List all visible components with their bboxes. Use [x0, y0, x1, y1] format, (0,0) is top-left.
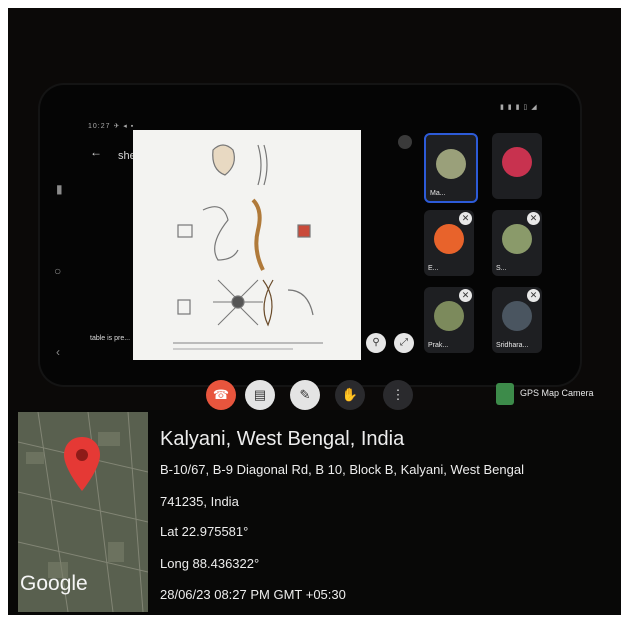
participant-tile[interactable]: Ma... — [424, 133, 478, 203]
shared-screen — [133, 130, 361, 360]
datetime: 28/06/23 08:27 PM GMT +05:30 — [160, 587, 346, 602]
chat-button[interactable]: ▤ — [245, 380, 275, 410]
mic-off-icon: ✕ — [527, 212, 540, 225]
mic-off-icon: ✕ — [459, 212, 472, 225]
participant-avatar — [436, 149, 466, 179]
participant-name: Sridhara... — [496, 342, 529, 349]
participant-tile[interactable]: ✕ Sridhara... — [492, 287, 542, 353]
participant-tile[interactable]: ✕ E... — [424, 210, 474, 276]
back-arrow-icon[interactable]: ← — [90, 145, 102, 159]
participant-name: E... — [428, 265, 439, 272]
participant-avatar — [502, 301, 532, 331]
location-pin-icon — [64, 437, 100, 491]
participant-avatar — [434, 224, 464, 254]
participant-avatar — [434, 301, 464, 331]
participant-name: S... — [496, 265, 507, 272]
longitude: Long 88.436322° — [160, 556, 260, 571]
recents-icon[interactable]: ▮ — [56, 182, 63, 196]
address-line-2: 741235, India — [160, 494, 239, 509]
status-bar-left: 10:27 ✈ ◂ ▪ — [88, 123, 135, 130]
participant-name: Ma... — [430, 190, 446, 197]
fullscreen-icon[interactable]: ⤢ — [394, 333, 414, 353]
place-name: Kalyani, West Bengal, India — [160, 428, 405, 450]
mic-off-icon: ✕ — [459, 289, 472, 302]
address-line-1: B-10/67, B-9 Diagonal Rd, B 10, Block B,… — [160, 462, 524, 477]
settings-icon[interactable] — [398, 135, 412, 149]
participant-tile[interactable] — [492, 133, 542, 199]
participant-avatar — [502, 224, 532, 254]
google-logo: Google — [20, 572, 88, 595]
participant-tile[interactable]: ✕ Prak... — [424, 287, 474, 353]
back-icon[interactable]: ‹ — [56, 345, 60, 359]
participant-avatar — [502, 147, 532, 177]
gps-camera-app-icon — [496, 383, 514, 405]
mic-button[interactable]: ✎ — [290, 380, 320, 410]
screen-caption: table is pre... — [90, 335, 131, 342]
worksheet-drawing — [133, 130, 361, 360]
more-options-button[interactable]: ⋮ — [383, 380, 413, 410]
pin-screen-icon[interactable]: ⚲ — [366, 333, 386, 353]
participant-name: Prak... — [428, 342, 449, 349]
gps-camera-label: GPS Map Camera — [520, 388, 594, 398]
latitude: Lat 22.975581° — [160, 524, 249, 539]
mic-off-icon: ✕ — [527, 289, 540, 302]
raise-hand-button[interactable]: ✋ — [335, 380, 365, 410]
end-call-button[interactable]: ☎ — [206, 380, 236, 410]
status-bar-right: ▮ ▮ ▮ ▯ ◢ — [500, 104, 538, 111]
participant-tile[interactable]: ✕ S... — [492, 210, 542, 276]
home-icon[interactable]: ○ — [54, 264, 61, 278]
